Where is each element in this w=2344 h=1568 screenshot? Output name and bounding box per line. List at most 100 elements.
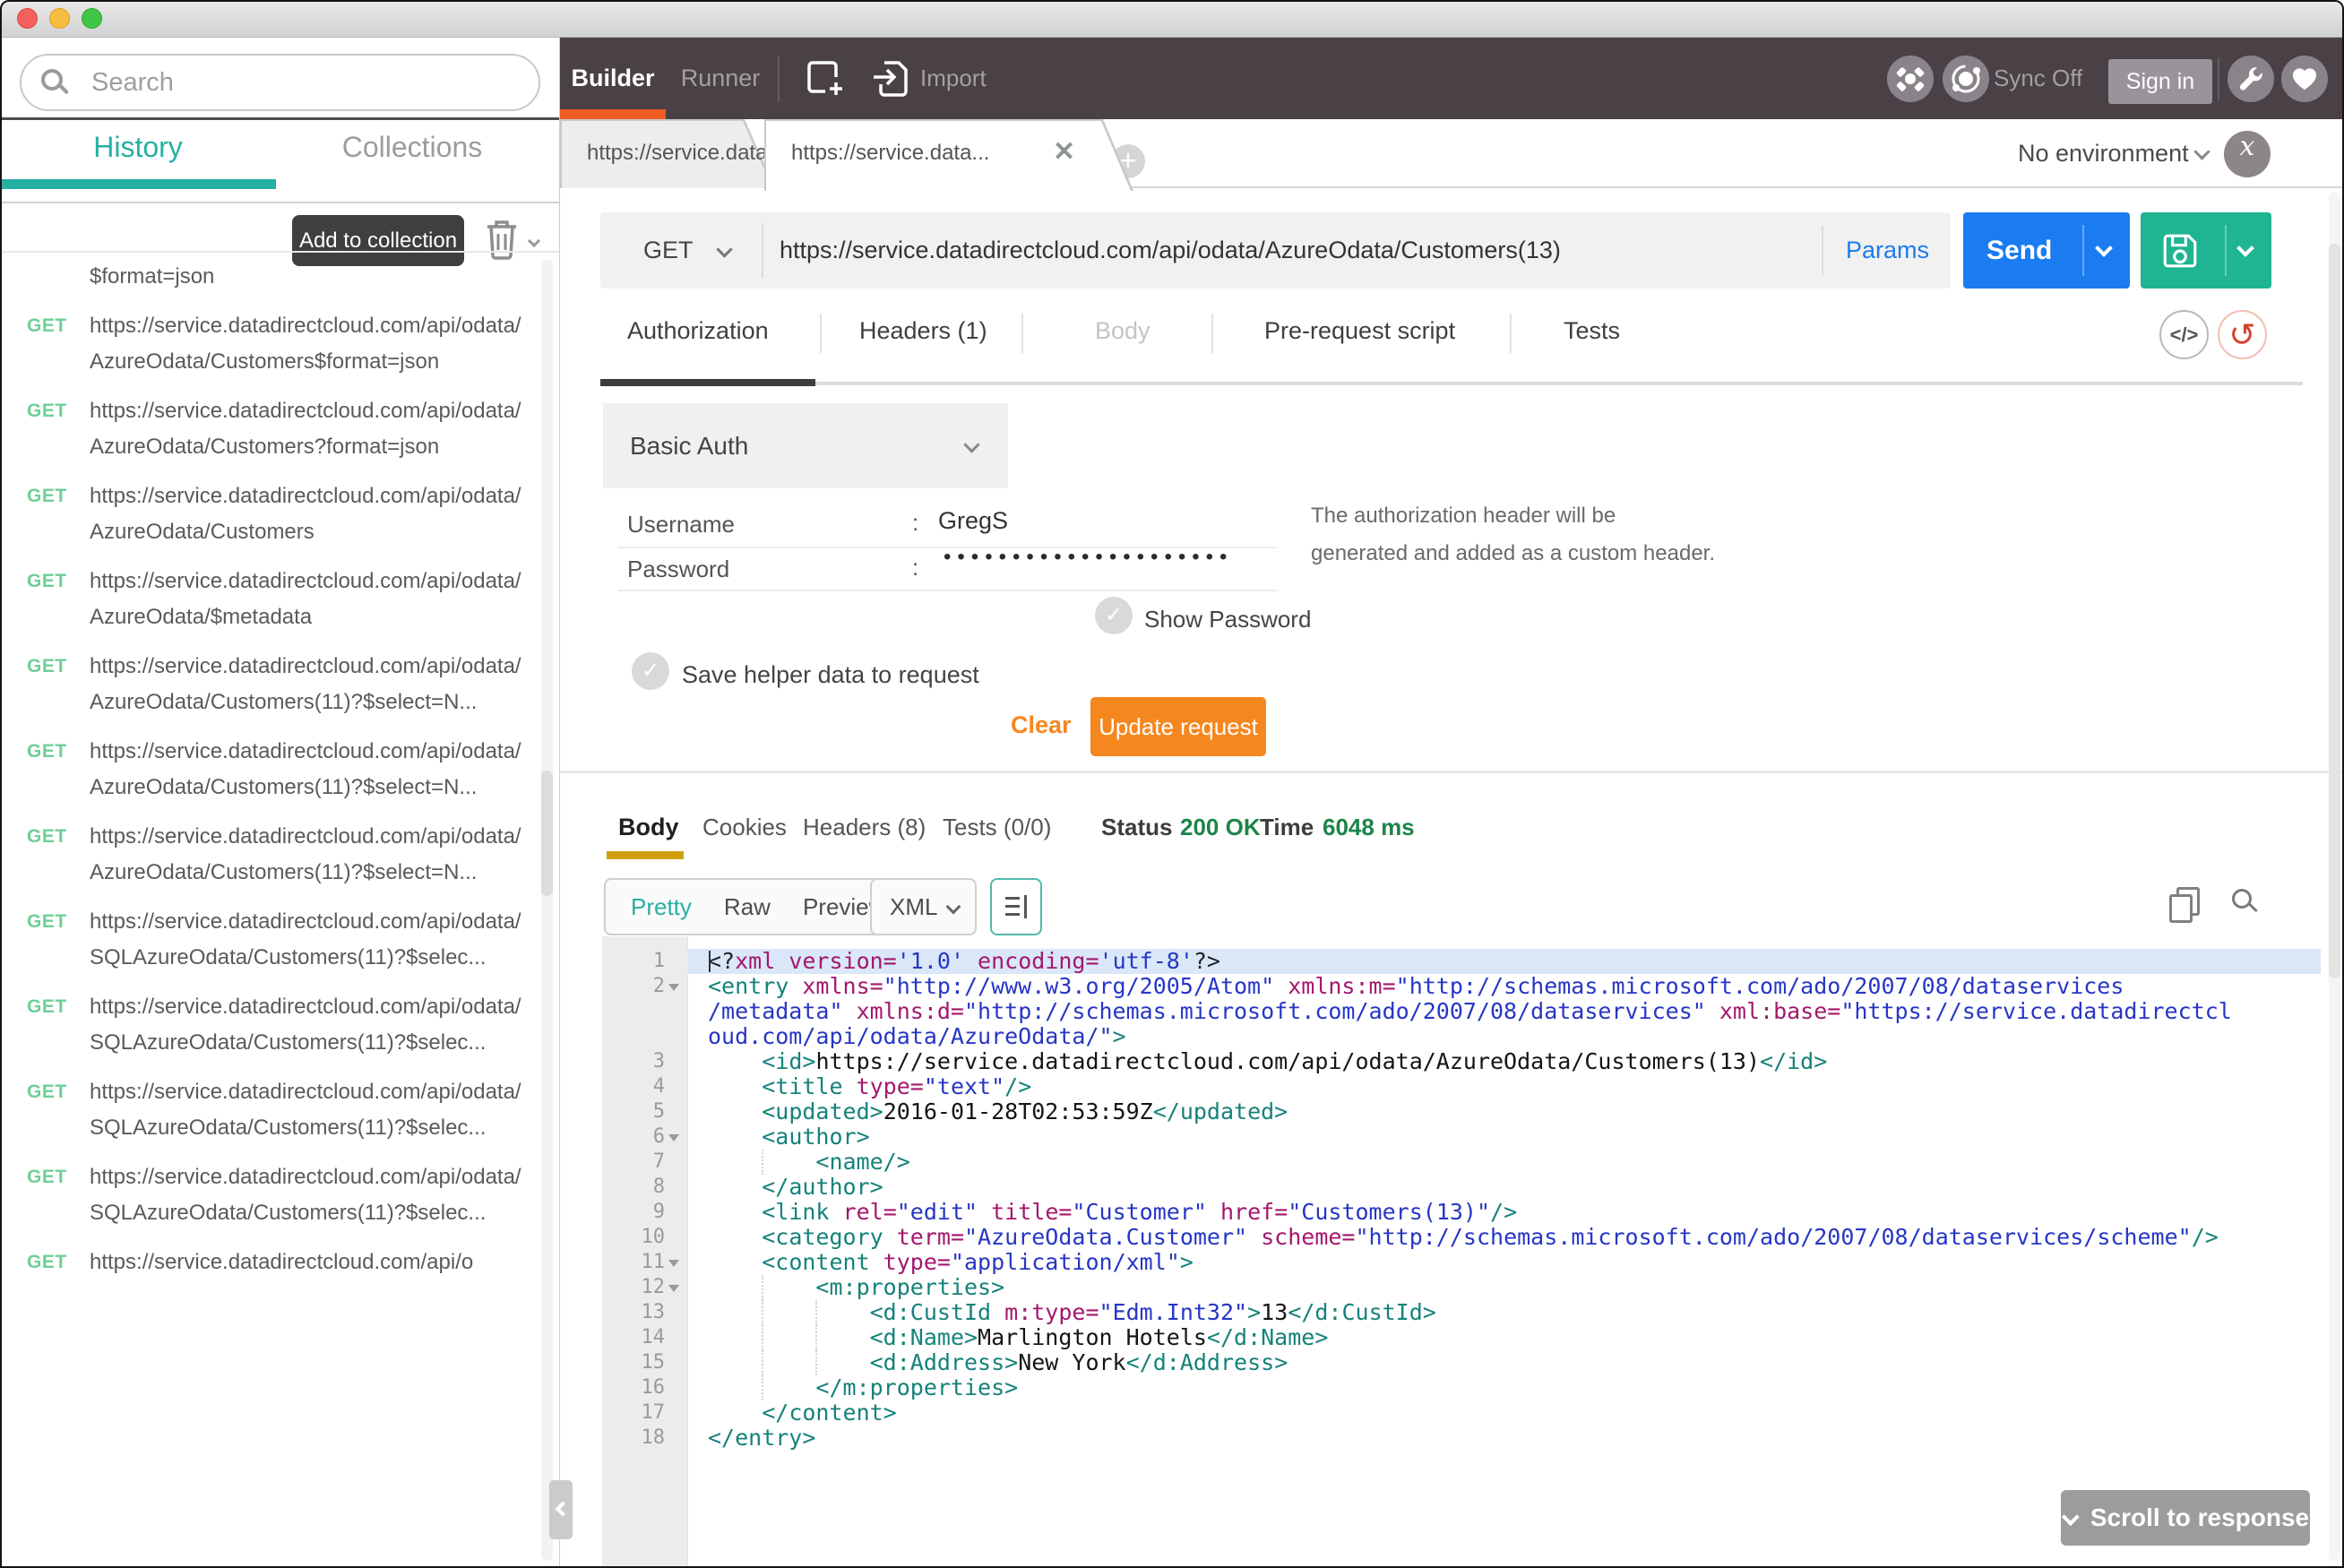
sync-icon[interactable] (1943, 56, 1989, 102)
code-line: 1<?xml version='1.0' encoding='utf-8'?> (602, 949, 2321, 974)
import-icon[interactable] (872, 59, 913, 103)
fold-arrow-icon[interactable] (668, 1285, 679, 1292)
fold-arrow-icon[interactable] (668, 1260, 679, 1267)
history-url: https://service.datadirectcloud.com/api/… (90, 649, 532, 720)
method-select[interactable]: GET (643, 212, 694, 289)
history-item[interactable]: GEThttps://service.datadirectcloud.com/a… (0, 387, 559, 472)
response-tab-tests-0-0-[interactable]: Tests (0/0) (943, 814, 1051, 841)
chevron-down-icon[interactable] (716, 241, 732, 257)
code-line: 17 </content> (602, 1400, 2321, 1426)
sidebar-scrollbar-track[interactable] (541, 260, 553, 1561)
search-response-icon[interactable] (2232, 889, 2252, 909)
sidebar-scrollbar-thumb[interactable] (541, 771, 553, 896)
code-line: 7 <name/> (602, 1150, 2321, 1175)
sign-in-button[interactable]: Sign in (2108, 59, 2212, 104)
request-subtab-pre-request-script[interactable]: Pre-request script (1264, 317, 1455, 345)
request-subtab-tests[interactable]: Tests (1564, 317, 1620, 345)
history-item[interactable]: GEThttps://service.datadirectcloud.com/a… (0, 1153, 559, 1238)
send-options-chevron-icon[interactable] (2095, 239, 2113, 257)
request-url-input[interactable]: https://service.datadirectcloud.com/api/… (780, 212, 1561, 289)
show-password-label[interactable]: Show Password (1144, 606, 1311, 633)
view-mode-raw[interactable]: Raw (724, 893, 771, 921)
request-tab-2-active[interactable]: https://service.data... ✕ (764, 119, 1133, 191)
close-window-button[interactable] (17, 8, 38, 29)
environment-quicklook-icon[interactable]: x (2224, 131, 2271, 177)
clear-button[interactable]: Clear (1011, 711, 1072, 739)
import-label[interactable]: Import (920, 38, 987, 119)
view-mode-group: PrettyRawPreview (604, 878, 912, 935)
history-item[interactable]: GEThttps://service.datadirectcloud.com/a… (0, 728, 559, 813)
send-button[interactable]: Send (1963, 212, 2130, 289)
settings-wrench-icon[interactable] (2228, 56, 2274, 102)
sync-status-label[interactable]: Sync Off (1994, 38, 2082, 119)
fold-arrow-icon[interactable] (668, 984, 679, 991)
main-scrollbar-thumb[interactable] (2329, 244, 2340, 978)
username-field[interactable]: GregS (938, 507, 1008, 535)
history-item[interactable]: GEThttps://service.datadirectcloud.com/a… (0, 302, 559, 387)
format-select[interactable]: XML (870, 878, 977, 935)
save-button[interactable] (2141, 212, 2271, 289)
scroll-to-response-button[interactable]: Scroll to response (2061, 1490, 2310, 1546)
request-subtab-authorization[interactable]: Authorization (627, 317, 769, 345)
save-helper-checkbox[interactable]: ✓ (632, 652, 669, 690)
password-field[interactable]: ••••••••••••••••••••• (944, 545, 1233, 570)
sidebar-tab-history[interactable]: History (0, 131, 276, 164)
response-body-editor[interactable]: 1<?xml version='1.0' encoding='utf-8'?>2… (602, 936, 2321, 1568)
history-item[interactable]: GEThttps://service.datadirectcloud.com/a… (0, 813, 559, 898)
generate-code-icon[interactable]: </> (2159, 310, 2209, 359)
save-options-chevron-icon[interactable] (2236, 239, 2254, 257)
code-line: 12 <m:properties> (602, 1275, 2321, 1300)
code-line: oud.com/api/odata/AzureOdata/"> (602, 1024, 2321, 1049)
history-item[interactable]: GEThttps://service.datadirectcloud.com/a… (0, 983, 559, 1068)
indent-guide (762, 1375, 763, 1400)
request-tabstrip: https://service.data... https://service.… (560, 119, 2344, 188)
copy-icon[interactable] (2169, 887, 2196, 919)
save-helper-label[interactable]: Save helper data to request (682, 661, 979, 689)
update-request-button[interactable]: Update request (1090, 697, 1266, 756)
history-item[interactable]: $format=json (0, 253, 559, 302)
history-item[interactable]: GEThttps://service.datadirectcloud.com/a… (0, 472, 559, 557)
response-tab-headers-8-[interactable]: Headers (8) (803, 814, 926, 841)
params-button[interactable]: Params (1846, 212, 1929, 289)
request-subtab-headers-1-[interactable]: Headers (1) (859, 317, 987, 345)
password-label: Password (627, 556, 729, 583)
auth-helper-text: generated and added as a custom header. (1311, 541, 1715, 566)
new-window-icon[interactable] (804, 57, 847, 103)
view-mode-pretty[interactable]: Pretty (631, 893, 692, 921)
sidebar-tab-collections[interactable]: Collections (276, 131, 548, 164)
zoom-window-button[interactable] (82, 8, 102, 29)
reset-undo-icon[interactable]: ↺ (2218, 310, 2267, 359)
history-item[interactable]: GEThttps://service.datadirectcloud.com/a… (0, 642, 559, 728)
request-subtab-body[interactable]: Body (1095, 317, 1150, 345)
code-line: 4 <title type="text"/> (602, 1074, 2321, 1099)
show-password-checkbox[interactable]: ✓ (1095, 597, 1133, 634)
auth-type-select[interactable]: Basic Auth (603, 403, 1008, 488)
history-item[interactable]: GEThttps://service.datadirectcloud.com/a… (0, 557, 559, 642)
history-item[interactable]: GEThttps://service.datadirectcloud.com/a… (0, 1238, 559, 1288)
search-input[interactable] (22, 56, 539, 109)
history-item[interactable]: GEThttps://service.datadirectcloud.com/a… (0, 898, 559, 983)
interceptor-icon[interactable] (1887, 56, 1934, 102)
nav-tab-builder[interactable]: Builder (560, 38, 666, 119)
method-badge: GET (27, 401, 67, 422)
method-badge: GET (27, 996, 67, 1018)
code-line: 9 <link rel="edit" title="Customer" href… (602, 1200, 2321, 1225)
chevron-down-icon[interactable] (2193, 143, 2210, 159)
history-item[interactable]: GEThttps://service.datadirectcloud.com/a… (0, 1068, 559, 1153)
chevron-down-icon (963, 436, 979, 452)
fold-arrow-icon[interactable] (668, 1134, 679, 1142)
environment-selector[interactable]: No environment (2018, 119, 2189, 188)
minimize-window-button[interactable] (49, 8, 70, 29)
heart-favorites-icon[interactable] (2281, 56, 2328, 102)
indent-guide (815, 1325, 817, 1350)
request-tab-1[interactable]: https://service.data... (560, 119, 775, 188)
chevron-down-icon[interactable] (528, 235, 540, 247)
history-url: https://service.datadirectcloud.com/api/… (90, 734, 532, 806)
response-tab-body[interactable]: Body (618, 814, 679, 841)
wrap-lines-button[interactable] (990, 878, 1042, 935)
response-tab-cookies[interactable]: Cookies (702, 814, 787, 841)
sidebar-collapse-handle[interactable] (549, 1480, 573, 1539)
chevron-down-icon (946, 900, 961, 915)
nav-tab-runner[interactable]: Runner (666, 38, 775, 119)
close-tab-icon[interactable]: ✕ (1053, 139, 1075, 166)
